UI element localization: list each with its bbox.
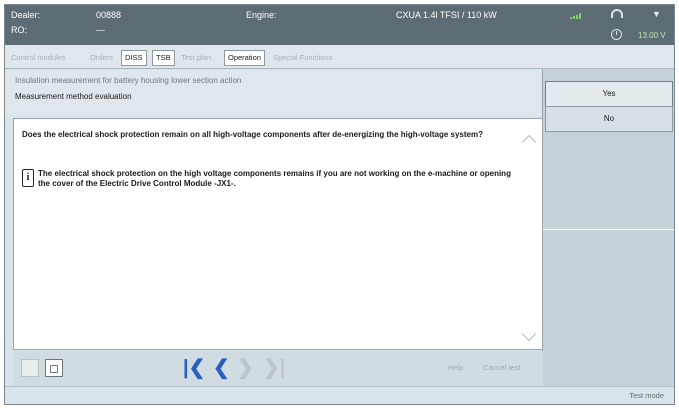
- tab-special-functions[interactable]: Special Functions: [273, 51, 332, 65]
- status-text: Test mode: [629, 391, 664, 400]
- tab-tsb[interactable]: TSB: [152, 50, 175, 66]
- ro-value: ---: [96, 25, 105, 35]
- document-icon[interactable]: [21, 359, 39, 377]
- header-bar: Dealer: 00888 RO: --- Engine: CXUA 1.4l …: [5, 5, 674, 45]
- signal-icon: [570, 13, 582, 19]
- cancel-test-button[interactable]: Cancel test: [483, 363, 521, 372]
- previous-icon[interactable]: ❮: [213, 357, 230, 379]
- dealer-label: Dealer:: [11, 10, 41, 20]
- app-window: Dealer: 00888 RO: --- Engine: CXUA 1.4l …: [4, 4, 675, 405]
- dealer-value: 00888: [96, 10, 122, 20]
- help-button[interactable]: Help: [448, 363, 463, 372]
- procedure-title: Insulation measurement for battery housi…: [15, 76, 242, 85]
- wifi-icon: [611, 9, 623, 18]
- scroll-down-icon[interactable]: [521, 326, 537, 342]
- tab-diss[interactable]: DISS: [121, 50, 147, 66]
- procedure-info: Insulation measurement for battery housi…: [5, 70, 542, 115]
- ro-label: RO:: [11, 25, 28, 35]
- battery-voltage: 13.00 V: [638, 31, 666, 40]
- next-icon[interactable]: ❯: [237, 357, 254, 379]
- document-view-icon[interactable]: [45, 359, 63, 377]
- no-button[interactable]: No: [545, 106, 673, 132]
- bottom-toolbar: |❮ ❮ ❯ ❯| Help Cancel test: [13, 351, 543, 386]
- status-bar: Test mode: [5, 386, 674, 404]
- procedure-subtitle: Measurement method evaluation: [15, 92, 132, 101]
- tab-operation[interactable]: Operation: [224, 50, 265, 66]
- info-note: i The electrical shock protection on the…: [22, 169, 512, 191]
- engine-label: Engine:: [246, 10, 277, 20]
- last-page-icon[interactable]: ❯|: [263, 357, 285, 379]
- tab-bar: Control modules Orders DISS TSB Test pla…: [5, 45, 674, 69]
- first-page-icon[interactable]: |❮: [183, 357, 205, 379]
- info-icon: i: [22, 169, 34, 187]
- info-note-text: The electrical shock protection on the h…: [38, 169, 511, 188]
- tab-test-plan[interactable]: Test plan: [181, 51, 211, 65]
- engine-value: CXUA 1.4l TFSI / 110 kW: [396, 10, 497, 20]
- answer-panel: Yes No: [542, 69, 674, 386]
- yes-button[interactable]: Yes: [545, 81, 673, 107]
- content-panel: Does the electrical shock protection rem…: [13, 118, 543, 350]
- download-icon: ▼: [652, 9, 661, 19]
- tab-orders[interactable]: Orders: [90, 51, 113, 65]
- panel-divider: [543, 229, 674, 230]
- question-text: Does the electrical shock protection rem…: [22, 130, 483, 139]
- tab-control-modules[interactable]: Control modules: [11, 51, 66, 65]
- scroll-up-icon[interactable]: [521, 134, 537, 150]
- clock-icon: [611, 29, 622, 40]
